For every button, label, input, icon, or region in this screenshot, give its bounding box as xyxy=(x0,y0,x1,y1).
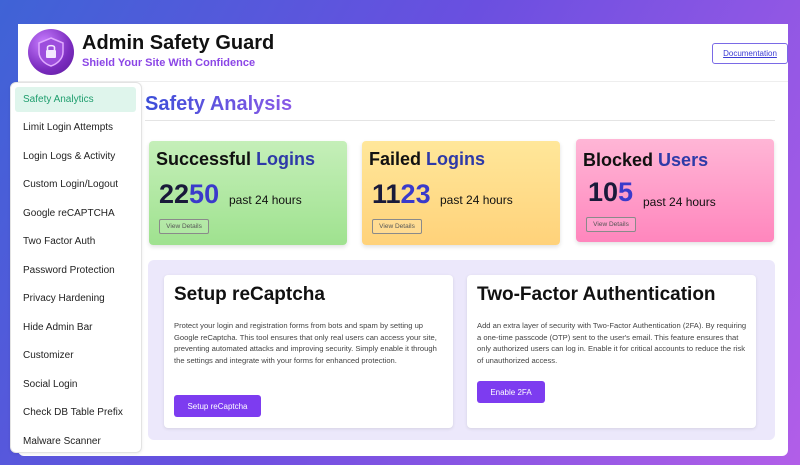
app-subtitle: Shield Your Site With Confidence xyxy=(82,57,256,69)
stat-value-tail: 5 xyxy=(618,177,634,207)
stat-title: Successful Logins xyxy=(156,149,315,170)
recaptcha-card: Setup reCaptcha Protect your login and r… xyxy=(164,275,453,428)
stat-title: Failed Logins xyxy=(369,149,485,170)
sidebar-item-customizer[interactable]: Customizer xyxy=(15,343,136,368)
shield-lock-icon xyxy=(28,29,74,75)
sidebar-item-check-db-table-prefix[interactable]: Check DB Table Prefix xyxy=(15,400,136,425)
sidebar-item-password-protection[interactable]: Password Protection xyxy=(15,258,136,283)
stat-title-main: Failed xyxy=(369,149,422,169)
card-title: Two-Factor Authentication xyxy=(477,284,716,305)
stat-title: Blocked Users xyxy=(583,150,708,171)
stat-value-main: 10 xyxy=(588,177,619,207)
view-details-button[interactable]: View Details xyxy=(159,219,209,234)
sidebar-item-hide-admin-bar[interactable]: Hide Admin Bar xyxy=(15,315,136,340)
title-divider xyxy=(145,120,775,121)
stat-value-main: 22 xyxy=(159,179,190,209)
stat-title-accent: Logins xyxy=(426,149,486,169)
sidebar-item-safety-analytics[interactable]: Safety Analytics xyxy=(15,87,136,112)
sidebar-item-custom-login-logout[interactable]: Custom Login/Logout xyxy=(15,172,136,197)
stat-value-main: 11 xyxy=(372,179,401,209)
stat-caption: past 24 hours xyxy=(643,195,716,209)
sidebar-item-google-recaptcha[interactable]: Google reCAPTCHA xyxy=(15,201,136,226)
page-title: Safety Analysis xyxy=(145,93,293,115)
sidebar-item-two-factor-auth[interactable]: Two Factor Auth xyxy=(15,229,136,254)
sidebar-item-social-login[interactable]: Social Login xyxy=(15,372,136,397)
stat-value-tail: 50 xyxy=(189,179,220,209)
stat-value: 105 xyxy=(588,177,633,208)
stat-card-blocked-users: Blocked Users 105 past 24 hours View Det… xyxy=(576,139,774,242)
view-details-button[interactable]: View Details xyxy=(372,219,422,234)
stat-title-main: Blocked xyxy=(583,150,654,170)
sidebar-item-limit-login-attempts[interactable]: Limit Login Attempts xyxy=(15,115,136,140)
two-factor-card: Two-Factor Authentication Add an extra l… xyxy=(467,275,756,428)
enable-2fa-button[interactable]: Enable 2FA xyxy=(477,381,545,403)
setup-recaptcha-button[interactable]: Setup reCaptcha xyxy=(174,395,261,417)
stat-caption: past 24 hours xyxy=(229,193,302,207)
card-title: Setup reCaptcha xyxy=(174,284,325,305)
stat-value-tail: 23 xyxy=(400,179,431,209)
documentation-button[interactable]: Documentation xyxy=(712,43,788,64)
card-description: Add an extra layer of security with Two-… xyxy=(477,321,747,365)
app-title: Admin Safety Guard xyxy=(82,32,275,54)
stat-card-failed-logins: Failed Logins 1123 past 24 hours View De… xyxy=(362,141,560,245)
stat-title-main: Successful xyxy=(156,149,252,169)
sidebar-item-login-logs[interactable]: Login Logs & Activity xyxy=(15,144,136,169)
stat-value: 1123 xyxy=(372,179,431,210)
app-header: Admin Safety Guard Shield Your Site With… xyxy=(18,24,788,82)
stat-title-accent: Logins xyxy=(256,149,316,169)
card-description: Protect your login and registration form… xyxy=(174,321,437,365)
sidebar-item-malware-scanner[interactable]: Malware Scanner xyxy=(15,429,136,452)
stat-value: 2250 xyxy=(159,179,219,210)
stat-card-successful-logins: Successful Logins 2250 past 24 hours Vie… xyxy=(149,141,347,245)
view-details-button[interactable]: View Details xyxy=(586,217,636,232)
stat-title-accent: Users xyxy=(658,150,709,170)
sidebar-nav: Safety Analytics Limit Login Attempts Lo… xyxy=(10,82,142,453)
stat-caption: past 24 hours xyxy=(440,193,513,207)
sidebar-item-privacy-hardening[interactable]: Privacy Hardening xyxy=(15,286,136,311)
